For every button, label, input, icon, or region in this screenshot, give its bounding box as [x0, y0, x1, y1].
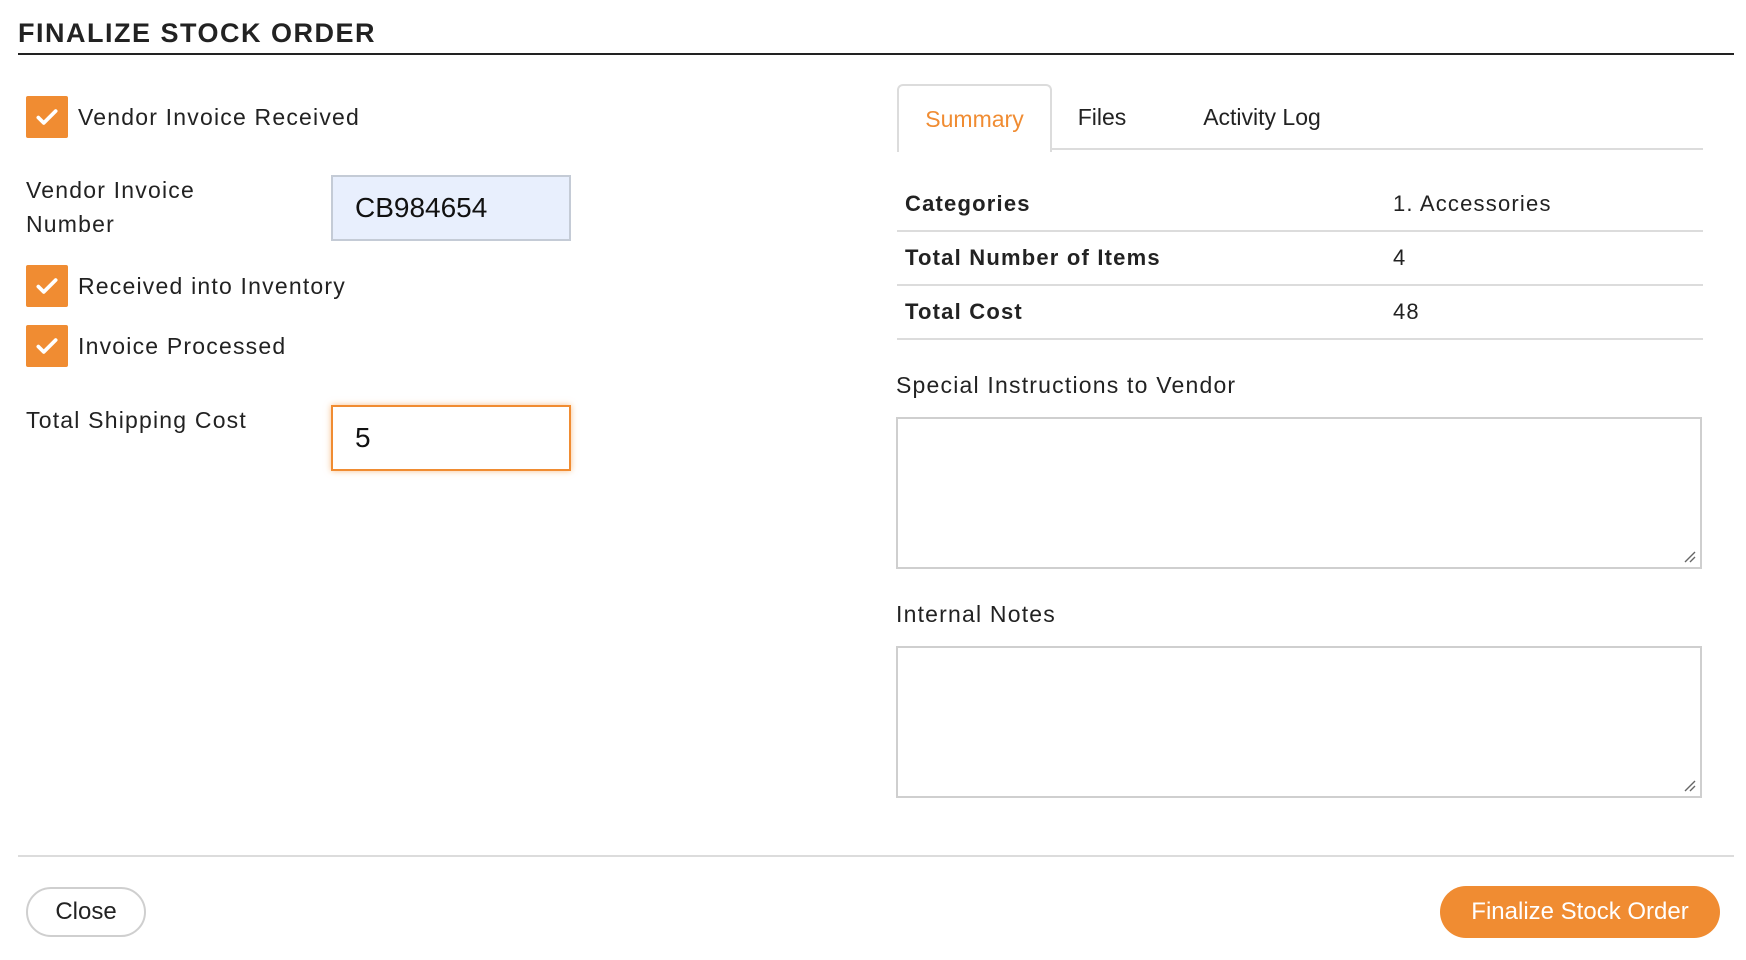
checkmark-icon — [36, 278, 58, 294]
vendor-invoice-number-label-line2: Number — [26, 211, 116, 237]
invoice-processed-row[interactable]: Invoice Processed — [26, 325, 286, 367]
received-into-inventory-checkbox[interactable] — [26, 265, 68, 307]
total-shipping-cost-input[interactable] — [331, 405, 571, 471]
tab-activity-log[interactable]: Activity Log — [1177, 84, 1347, 150]
internal-notes-textarea[interactable] — [896, 646, 1702, 798]
vendor-invoice-received-row[interactable]: Vendor Invoice Received — [26, 96, 360, 138]
summary-table: Categories 1. Accessories Total Number o… — [897, 178, 1703, 340]
invoice-processed-label: Invoice Processed — [78, 332, 287, 359]
vendor-invoice-received-label: Vendor Invoice Received — [78, 103, 361, 130]
finalize-stock-order-button[interactable]: Finalize Stock Order — [1440, 886, 1720, 938]
special-instructions-label: Special Instructions to Vendor — [896, 372, 1237, 398]
summary-value: 4 — [1393, 245, 1407, 270]
received-into-inventory-row[interactable]: Received into Inventory — [26, 265, 346, 307]
summary-value: 48 — [1393, 299, 1420, 324]
resize-grip-icon[interactable] — [1682, 778, 1696, 792]
resize-grip-icon[interactable] — [1682, 549, 1696, 563]
special-instructions-textarea[interactable] — [896, 417, 1702, 569]
vendor-invoice-received-checkbox[interactable] — [26, 96, 68, 138]
table-row: Categories 1. Accessories — [897, 178, 1703, 232]
table-row: Total Number of Items 4 — [897, 232, 1703, 286]
dialog-title: FINALIZE STOCK ORDER — [18, 18, 377, 48]
tab-bar: Summary Files Activity Log — [897, 84, 1703, 152]
vendor-invoice-number-input[interactable] — [331, 175, 571, 241]
close-button[interactable]: Close — [26, 887, 146, 937]
vendor-invoice-number-label: Vendor Invoice Number — [26, 173, 195, 241]
title-divider — [18, 53, 1734, 55]
total-shipping-cost-label: Total Shipping Cost — [26, 407, 247, 433]
tab-files[interactable]: Files — [1067, 84, 1137, 150]
invoice-processed-checkbox[interactable] — [26, 325, 68, 367]
internal-notes-label: Internal Notes — [896, 601, 1056, 627]
checkmark-icon — [36, 338, 58, 354]
summary-key: Categories — [905, 191, 1031, 216]
table-row: Total Cost 48 — [897, 286, 1703, 340]
vendor-invoice-number-label-line1: Vendor Invoice — [26, 177, 195, 203]
summary-key: Total Number of Items — [905, 245, 1161, 270]
tab-summary[interactable]: Summary — [897, 84, 1052, 152]
checkmark-icon — [36, 109, 58, 125]
received-into-inventory-label: Received into Inventory — [78, 272, 346, 299]
summary-key: Total Cost — [905, 299, 1023, 324]
summary-value: 1. Accessories — [1393, 191, 1552, 216]
footer-divider — [18, 855, 1734, 857]
